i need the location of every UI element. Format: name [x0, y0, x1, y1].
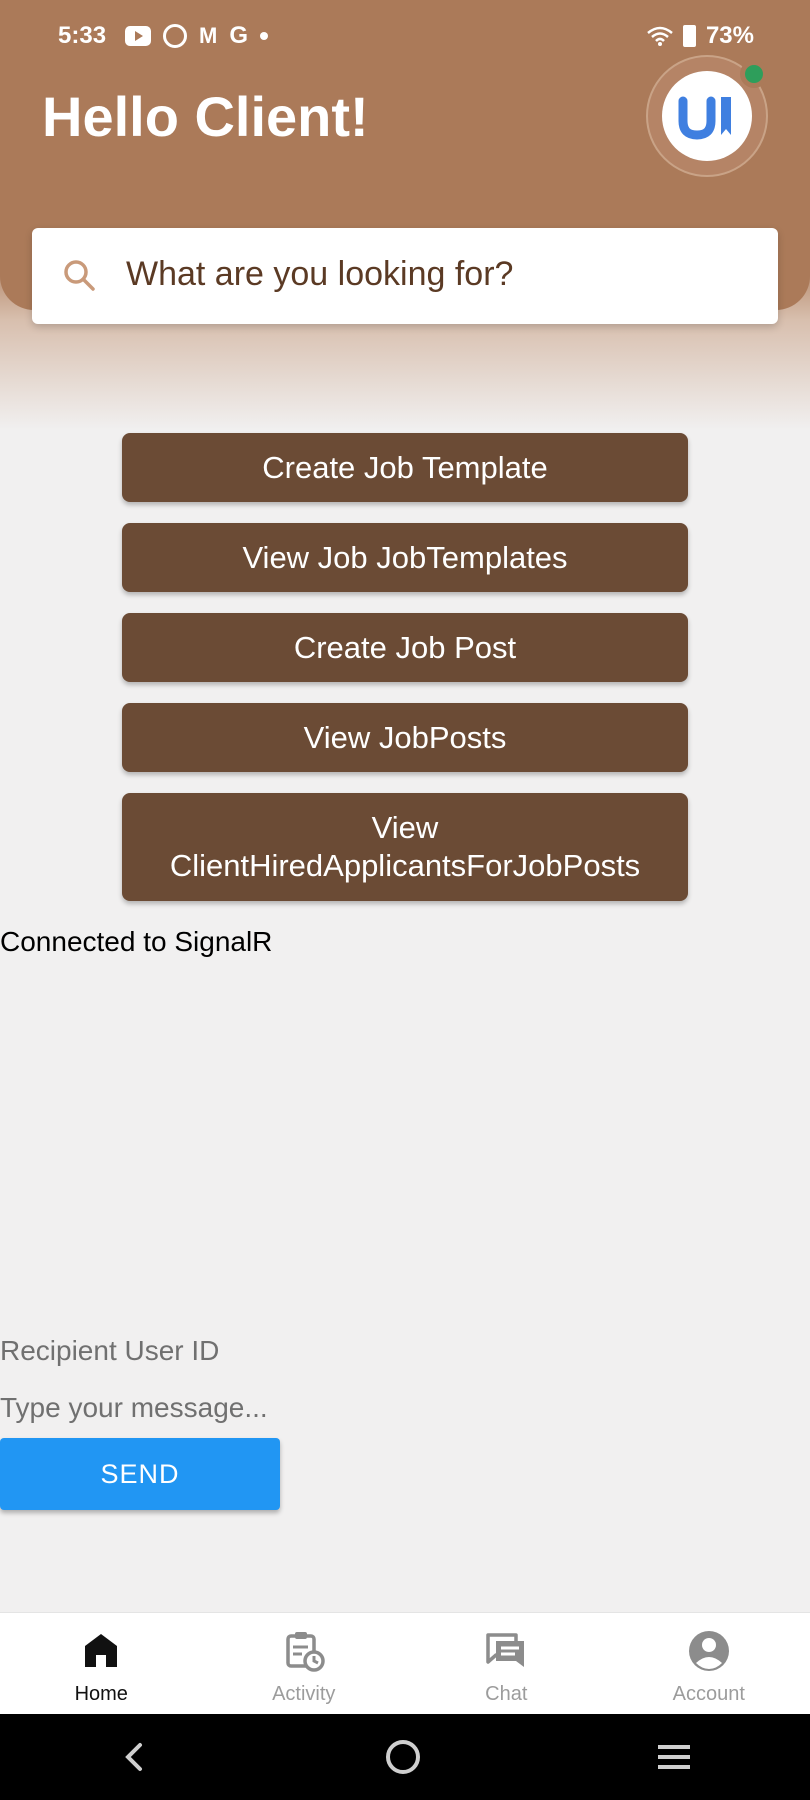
send-button[interactable]: SEND	[0, 1438, 280, 1510]
status-system-icons: 73%	[647, 22, 754, 50]
back-icon[interactable]	[114, 1737, 154, 1777]
recipient-id-input[interactable]: Recipient User ID	[0, 1335, 400, 1379]
nav-label-account: Account	[672, 1683, 745, 1705]
online-status-indicator	[740, 60, 768, 88]
view-hired-applicants-button[interactable]: View ClientHiredApplicantsForJobPosts	[122, 793, 688, 901]
connection-status: Connected to SignalR	[0, 926, 273, 957]
wifi-icon	[647, 26, 673, 46]
nav-item-chat[interactable]: Chat	[405, 1613, 608, 1714]
status-notification-icons: M G	[125, 22, 268, 50]
home-circle-icon[interactable]	[381, 1735, 425, 1779]
page-title: Hello Client!	[42, 85, 369, 148]
gallery-icon	[163, 24, 187, 48]
activity-icon	[286, 1632, 325, 1672]
search-input[interactable]: What are you looking for?	[126, 255, 513, 294]
nav-label-activity: Activity	[272, 1683, 336, 1705]
view-hired-applicants-label-line1: View	[371, 810, 439, 845]
message-input[interactable]: Type your message...	[0, 1392, 400, 1436]
view-job-templates-button[interactable]: View Job JobTemplates	[122, 523, 688, 592]
create-job-post-button[interactable]: Create Job Post	[122, 613, 688, 682]
youtube-icon	[125, 26, 151, 46]
status-time: 5:33	[58, 22, 107, 49]
action-buttons: Create Job Template View Job JobTemplate…	[122, 433, 688, 901]
view-hired-applicants-label-line2: ClientHiredApplicantsForJobPosts	[169, 848, 641, 883]
avatar-logo-icon	[678, 96, 731, 140]
battery-level: 73%	[705, 22, 754, 49]
nav-label-home: Home	[74, 1683, 128, 1705]
bottom-navigation: Home Activity Chat Account	[0, 1612, 810, 1714]
avatar-image	[662, 71, 752, 161]
menu-icon[interactable]	[652, 1737, 696, 1777]
create-job-template-button[interactable]: Create Job Template	[122, 433, 688, 502]
nav-item-activity[interactable]: Activity	[203, 1613, 406, 1714]
battery-icon	[682, 25, 696, 47]
nav-item-home[interactable]: Home	[0, 1613, 203, 1714]
view-job-posts-button[interactable]: View JobPosts	[122, 703, 688, 772]
nav-item-account[interactable]: Account	[608, 1613, 810, 1714]
system-navigation-bar	[0, 1714, 810, 1800]
dot-icon	[260, 32, 268, 40]
google-icon: G	[229, 22, 248, 49]
search-bar[interactable]: What are you looking for?	[32, 228, 778, 324]
home-icon	[85, 1634, 118, 1667]
nav-label-chat: Chat	[485, 1683, 528, 1705]
chat-icon	[486, 1633, 525, 1667]
search-icon	[64, 260, 95, 291]
account-icon	[688, 1631, 729, 1671]
gmail-icon: M	[199, 23, 218, 48]
